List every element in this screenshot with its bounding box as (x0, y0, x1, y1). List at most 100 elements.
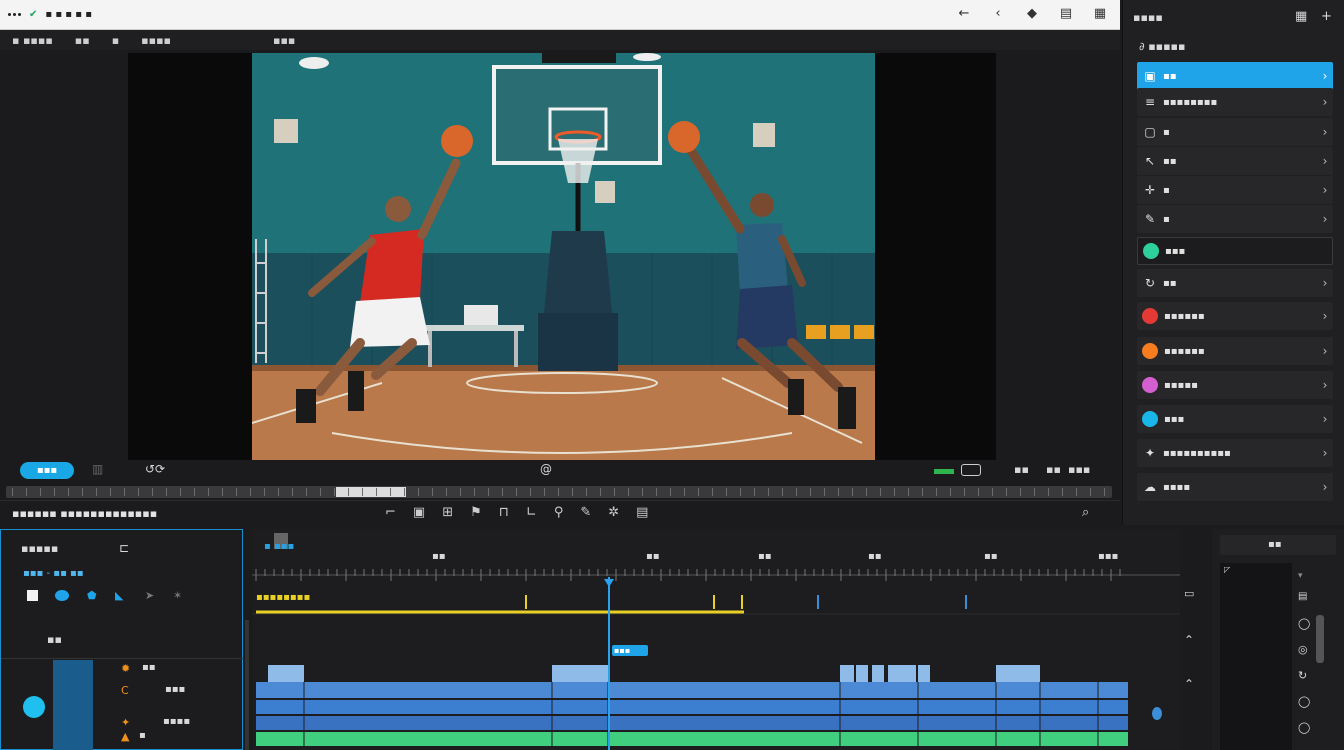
expand-icon[interactable]: ▭ (1184, 587, 1194, 600)
effect-item[interactable]: ▪▪▪▪▪▪ › (1137, 337, 1333, 365)
scrubber-tick (530, 488, 531, 496)
chevron-down-icon[interactable]: ▾ (1298, 571, 1303, 581)
effect-item[interactable]: ▪▪▪▪▪ › (1137, 371, 1333, 399)
effect-item[interactable]: ▢ ▪ › (1137, 118, 1333, 146)
playback-scrubber[interactable] (6, 486, 1112, 498)
effect-label: ▪▪ (1163, 70, 1177, 82)
scrubber-tick (754, 488, 755, 496)
flag-shape-icon[interactable]: ◣ (115, 589, 123, 602)
pin-icon[interactable]: ⚲ (554, 505, 564, 520)
window-dots-icon[interactable] (8, 13, 21, 16)
align-icon[interactable]: ⊞ (442, 505, 453, 520)
scrubber-handle[interactable] (336, 487, 406, 497)
search-icon[interactable]: ⌕ (1082, 505, 1089, 520)
brush-icon[interactable]: ✎ (580, 505, 591, 520)
list-icon[interactable]: ▤ (1298, 591, 1307, 602)
viewer-tool[interactable]: ▪▪▪ (1068, 463, 1090, 476)
effects-panel: ▪▪▪▪ ▦ + ∂ ▪▪▪▪▪ ▣ ▪▪ › ≡ ▪▪▪▪▪▪▪▪ › ▢ ▪… (1122, 0, 1344, 525)
center-target-icon[interactable]: @ (540, 462, 552, 476)
corner-marker-icon: ◸ (1224, 565, 1231, 574)
refresh-icon[interactable]: ↻ (1298, 669, 1307, 682)
shield-shape-icon[interactable]: ⬟ (87, 589, 97, 602)
row-label: ▪▪▪▪ (163, 716, 191, 727)
lock-icon[interactable]: ⊓ (499, 505, 509, 520)
play-button[interactable]: ▪▪▪ (20, 462, 74, 479)
scrubber-tick (992, 488, 993, 496)
corner-icon[interactable]: ∟ (526, 505, 537, 520)
gear-icon[interactable]: ✲ (608, 505, 619, 520)
timeline-tracks[interactable]: ▭ (252, 529, 1180, 750)
scrubber-tick (362, 488, 363, 496)
display-toggle-icon[interactable] (961, 464, 981, 476)
arrow-left-icon[interactable]: ← (956, 6, 972, 21)
scrollbar-thumb[interactable] (1316, 615, 1324, 663)
ellipse-shape-icon[interactable] (55, 590, 69, 601)
scrollbar[interactable] (245, 620, 249, 750)
film-icon[interactable]: ▥ (92, 462, 103, 476)
scrubber-tick (740, 488, 741, 496)
link-icon: ∂ (1139, 40, 1149, 53)
square-shape-icon[interactable] (27, 590, 38, 601)
shield-icon[interactable]: ◆ (1024, 6, 1040, 21)
frame-icon[interactable]: ▣ (413, 505, 425, 520)
effect-item[interactable]: ▪▪▪ › (1137, 405, 1333, 433)
document-icon[interactable]: ▤ (636, 505, 648, 520)
star-shape-icon[interactable]: ✶ (173, 589, 182, 602)
scrubber-tick (12, 488, 13, 496)
pink-dot-icon (1142, 377, 1158, 393)
circle-icon[interactable]: ◯ (1298, 721, 1310, 734)
effect-item[interactable]: ≡ ▪▪▪▪▪▪▪▪ › (1137, 88, 1333, 116)
record-button[interactable] (23, 696, 45, 718)
menu-item[interactable]: ▪▪ (75, 34, 90, 47)
arrow-shape-icon[interactable]: ➤ (145, 589, 154, 602)
volume-knob[interactable] (1152, 707, 1162, 720)
effect-item[interactable]: ↻ ▪▪ › (1137, 269, 1333, 297)
back-icon[interactable]: ‹ (990, 6, 1006, 21)
menu-item[interactable]: ▪▪▪▪ (141, 34, 171, 47)
camera-icon[interactable]: ⊏ (119, 541, 129, 555)
effect-icon: ▣ (1144, 69, 1156, 83)
effect-item[interactable]: ↖ ▪▪ › (1137, 147, 1333, 175)
track-label: ▪▪▪▪▪▪▪▪ (256, 592, 311, 603)
scrubber-tick (376, 488, 377, 496)
scrubber-tick (894, 488, 895, 496)
chevron-up-icon[interactable]: ⌃ (1184, 677, 1194, 691)
effect-item[interactable]: ▪▪▪▪▪▪ › (1137, 302, 1333, 330)
basketball-scene-image (252, 53, 875, 460)
crop-icon[interactable]: ⌐ (385, 505, 396, 520)
menu-item[interactable]: ▪ ▪▪▪▪ (12, 34, 53, 47)
scrubber-tick (782, 488, 783, 496)
scrubber-tick (1076, 488, 1077, 496)
scrubber-tick (824, 488, 825, 496)
effect-item[interactable]: ✦ ▪▪▪▪▪▪▪▪▪▪ › (1137, 439, 1333, 467)
viewer-tool[interactable]: ▪▪ (1014, 463, 1029, 476)
circle-icon[interactable]: ◯ (1298, 617, 1310, 630)
viewer-tool[interactable]: ▪▪ (1046, 463, 1061, 476)
effect-item[interactable]: ✛ ▪ › (1137, 176, 1333, 204)
menu-item[interactable]: ▪▪▪ (273, 34, 295, 47)
scrubber-tick (446, 488, 447, 496)
timeline-panel[interactable]: ▪ ▪▪▪ ▪▪ ▪▪ ▪▪ ▪▪ ▪▪ ▪▪▪ ▪▪▪▪▪▪▪▪ ▪▪▪ ▭ … (252, 529, 1194, 750)
effect-label: ▪▪ (1163, 155, 1177, 167)
effect-item[interactable]: ▣ ▪▪ › (1137, 62, 1333, 90)
chevron-up-icon[interactable]: ⌃ (1184, 633, 1194, 647)
circle-icon[interactable]: ◯ (1298, 695, 1310, 708)
effect-item[interactable]: ✎ ▪ › (1137, 205, 1333, 233)
grid-icon[interactable]: ▦ (1295, 9, 1307, 24)
menu-item[interactable]: ▪ (112, 34, 119, 47)
scrubber-tick (614, 488, 615, 496)
target-icon[interactable]: ◎ (1298, 643, 1308, 656)
blue-dot-icon (1142, 411, 1158, 427)
panel-icon[interactable]: ▤ (1058, 6, 1074, 21)
effect-item[interactable]: ☁ ▪▪▪▪ › (1137, 473, 1333, 501)
loop-icon[interactable]: ↺⟳ (145, 462, 165, 476)
scrubber-tick (250, 488, 251, 496)
add-icon[interactable]: + (1321, 9, 1332, 24)
panel-title: ▪▪▪▪▪ (21, 542, 59, 555)
effect-item[interactable]: ▪▪▪ (1137, 237, 1333, 265)
panel-subtitle: ▪▪▪ - ▪▪ ▪▪ (23, 568, 84, 579)
flag-icon[interactable]: ⚑ (470, 505, 482, 520)
video-viewer[interactable] (128, 53, 996, 460)
scrubber-tick (236, 488, 237, 496)
grid-icon[interactable]: ▦ (1092, 6, 1108, 21)
